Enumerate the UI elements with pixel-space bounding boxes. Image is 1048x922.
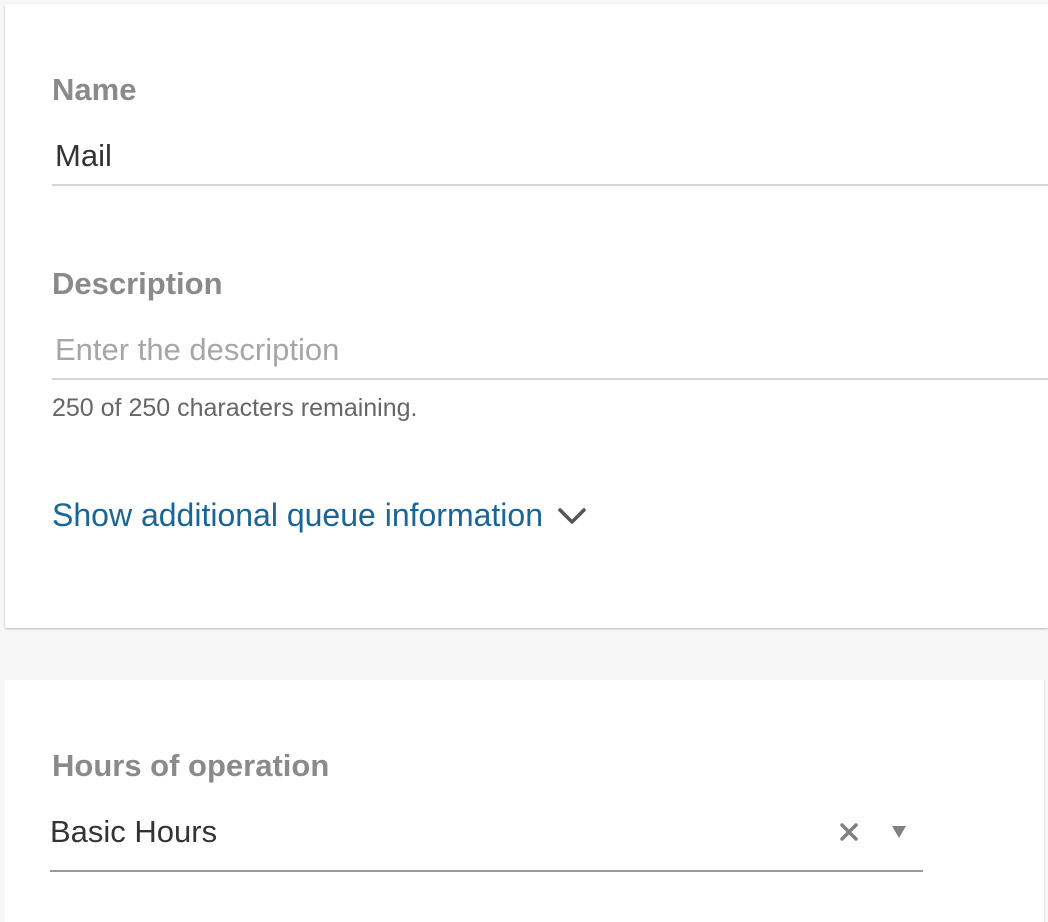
caret-down-icon[interactable] bbox=[891, 825, 907, 844]
hours-of-operation-select[interactable]: Basic Hours bbox=[50, 814, 217, 850]
hours-of-operation-card: Hours of operation Basic Hours bbox=[5, 680, 1045, 922]
description-label: Description bbox=[52, 266, 223, 301]
name-input-underline bbox=[52, 184, 1048, 186]
description-character-count: 250 of 250 characters remaining. bbox=[52, 394, 418, 422]
show-additional-queue-info-link[interactable]: Show additional queue information bbox=[52, 497, 587, 534]
show-additional-queue-info-label: Show additional queue information bbox=[52, 497, 543, 533]
description-input[interactable] bbox=[55, 330, 1035, 370]
hours-of-operation-underline bbox=[50, 870, 923, 872]
name-label: Name bbox=[52, 72, 137, 107]
description-input-underline bbox=[52, 378, 1048, 380]
name-input[interactable]: Mail bbox=[55, 138, 112, 174]
close-icon[interactable] bbox=[839, 822, 859, 847]
hours-of-operation-label: Hours of operation bbox=[52, 748, 330, 783]
chevron-down-icon bbox=[557, 501, 587, 531]
queue-details-card: Name Mail Description 250 of 250 charact… bbox=[5, 4, 1048, 628]
